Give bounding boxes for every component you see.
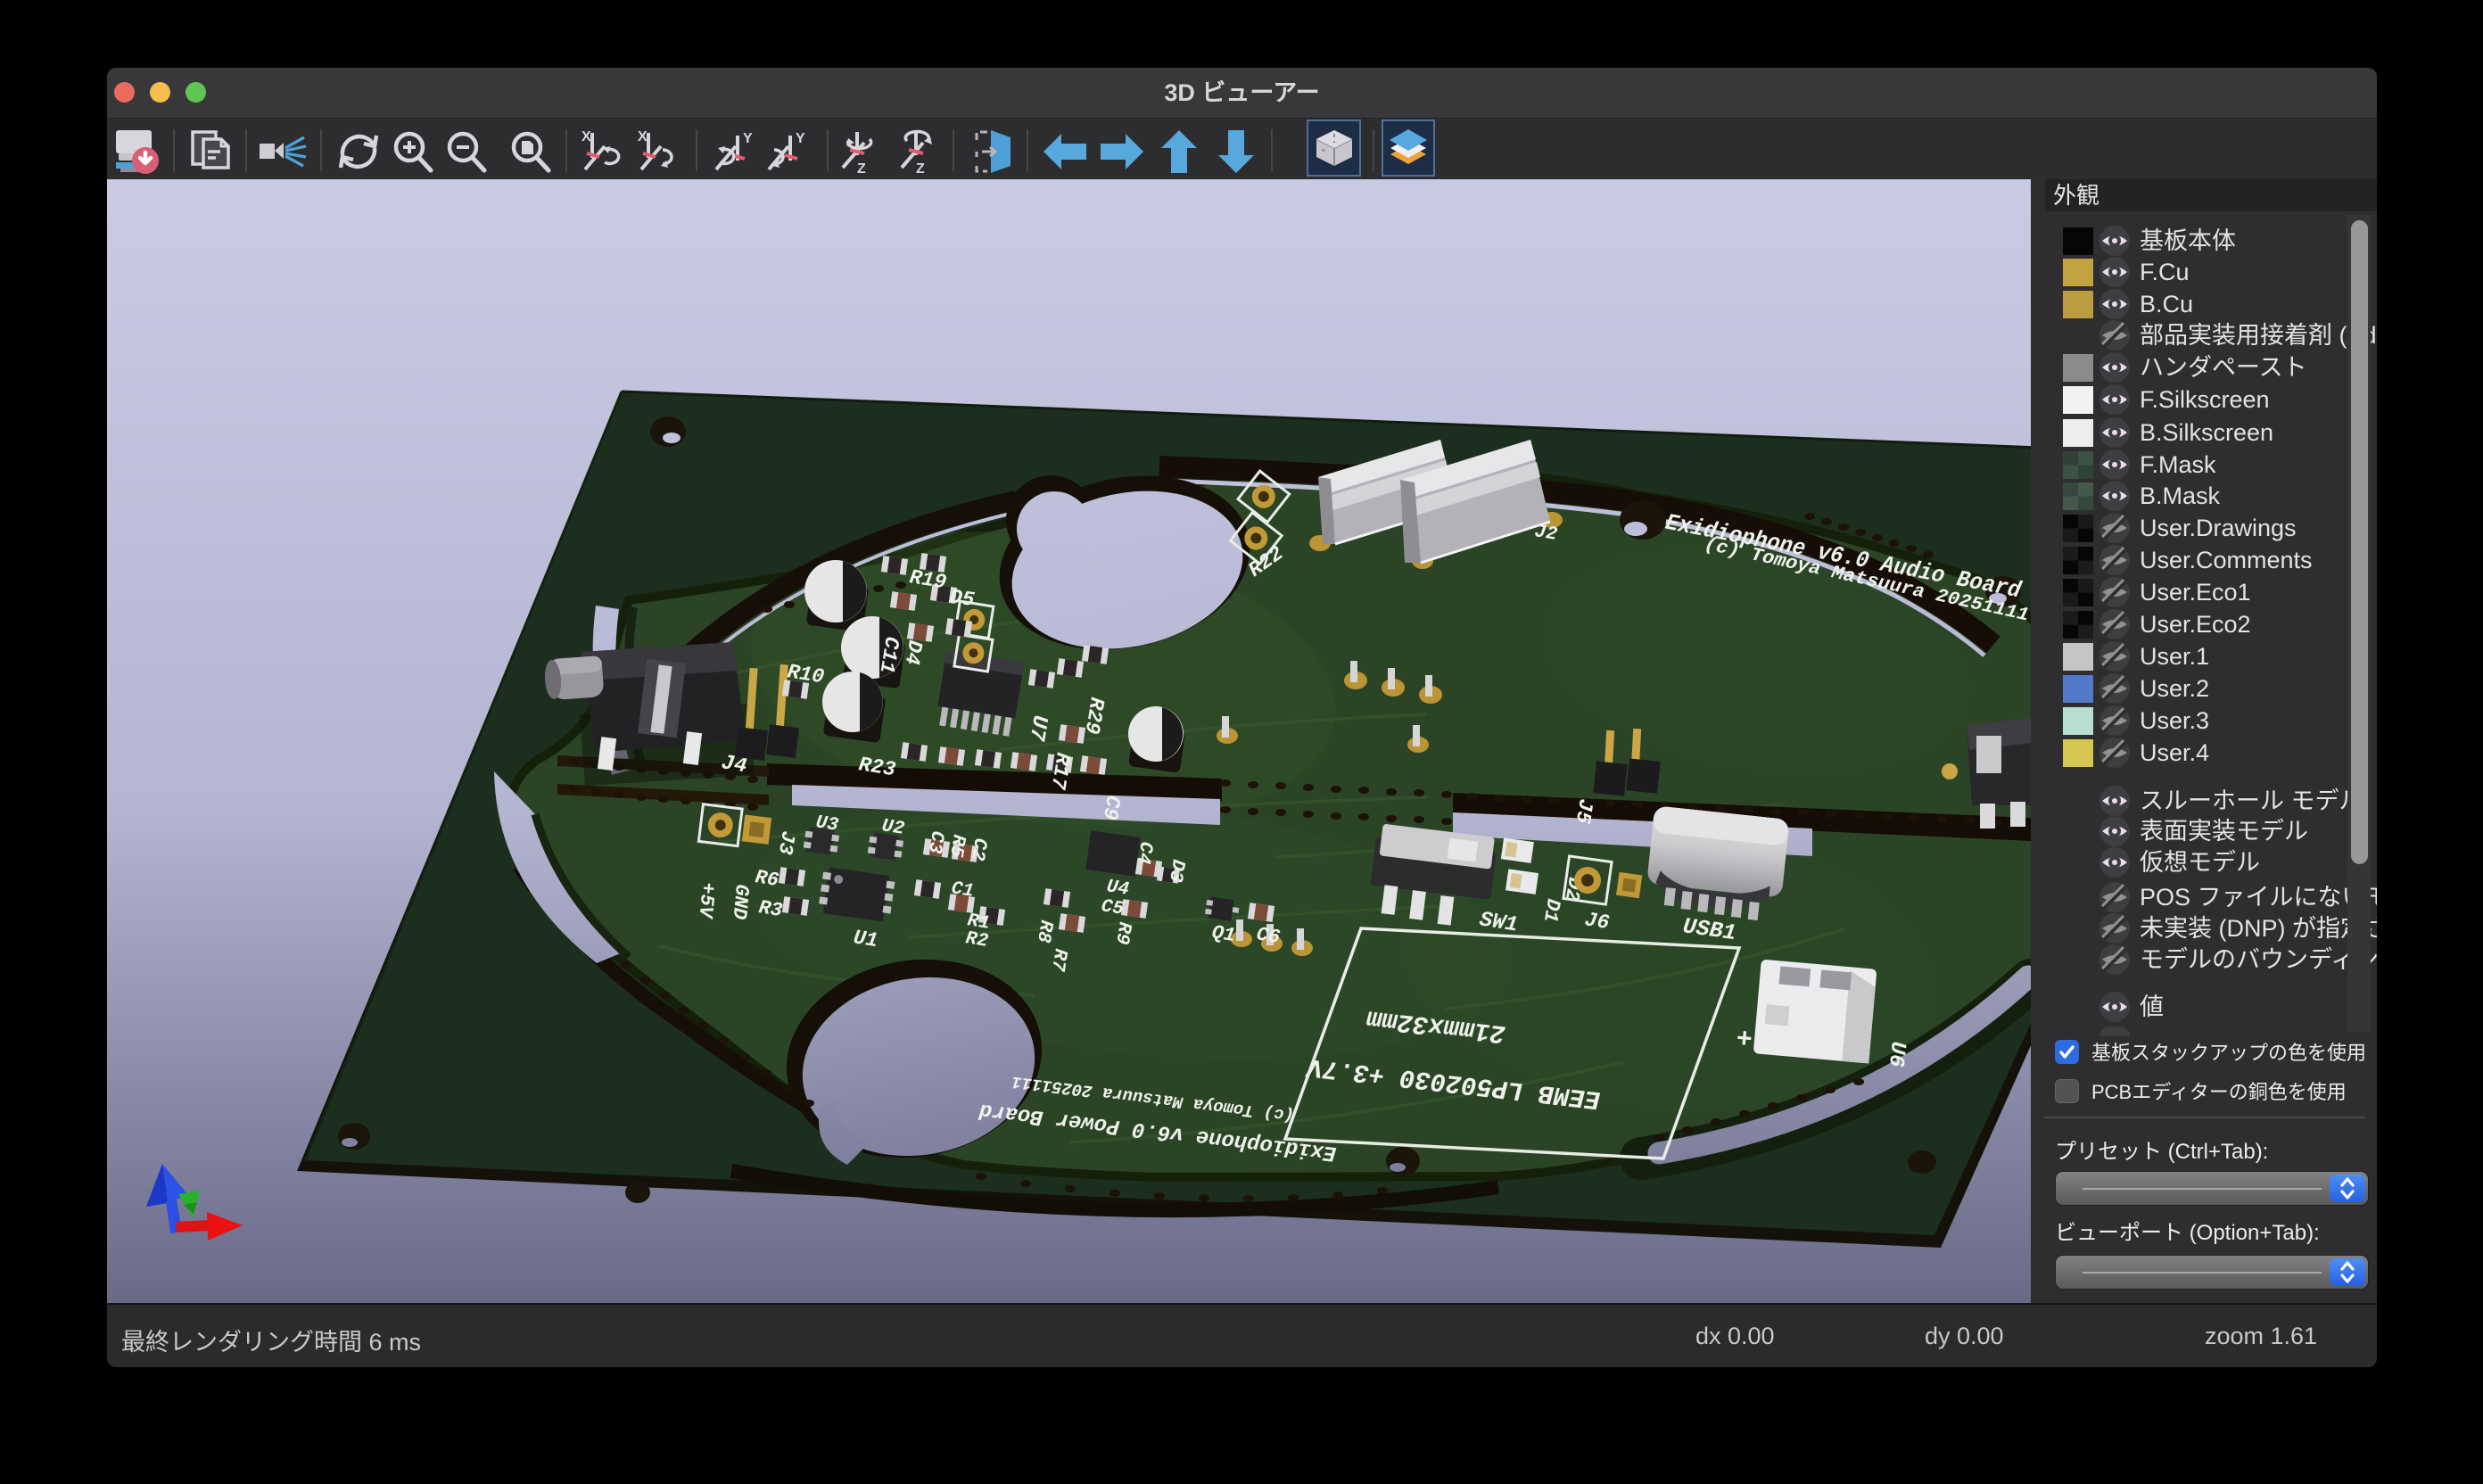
svg-text:U6: U6 [1883,1040,1910,1068]
svg-text:X: X [638,129,648,144]
svg-text:C9: C9 [1098,794,1125,822]
svg-text:U7: U7 [1023,713,1051,743]
svg-text:J6: J6 [1583,908,1612,935]
svg-text:J3: J3 [773,829,799,856]
svg-text:D4: D4 [900,639,927,667]
svg-text:+: + [1735,1025,1753,1056]
svg-text:J2: J2 [1533,522,1559,546]
svg-text:C2: C2 [966,837,990,862]
svg-text:D3: D3 [1164,858,1188,884]
svg-text:Y: Y [743,131,753,146]
svg-text:C5: C5 [1100,896,1126,920]
svg-text:U2: U2 [880,816,906,840]
svg-text:Q1: Q1 [1210,921,1237,947]
svg-text:R7: R7 [1046,947,1070,973]
svg-text:R5: R5 [945,833,969,859]
svg-text:J5: J5 [1571,797,1597,826]
svg-text:D1: D1 [1538,897,1564,924]
svg-text:D5: D5 [948,585,977,612]
svg-text:C4: C4 [1132,840,1156,866]
svg-text:R6: R6 [754,866,780,892]
svg-text:U1: U1 [852,926,879,952]
svg-text:X: X [582,129,591,144]
svg-text:R3: R3 [757,896,784,922]
svg-text:U3: U3 [814,812,840,837]
svg-text:C1: C1 [950,878,976,903]
svg-text:C3: C3 [923,829,947,855]
svg-text:C6: C6 [1255,923,1282,949]
svg-text:Y: Y [796,131,805,146]
svg-text:GND: GND [728,883,753,920]
svg-text:Z: Z [857,161,866,175]
svg-text:R2: R2 [964,928,990,952]
svg-text:+5V: +5V [693,881,719,919]
svg-text:Z: Z [916,161,925,175]
svg-text:R9: R9 [1110,920,1134,946]
svg-text:R8: R8 [1032,919,1056,944]
